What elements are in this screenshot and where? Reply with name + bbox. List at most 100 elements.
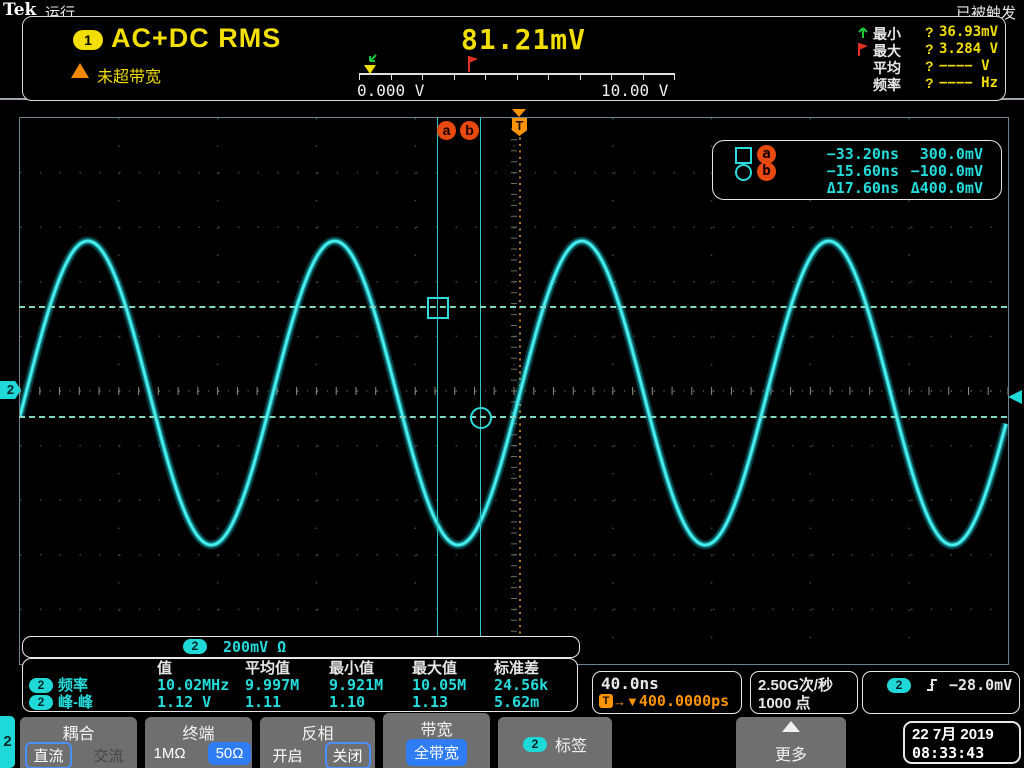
dvm-tick — [548, 75, 549, 80]
stat-question: ? — [925, 24, 934, 40]
channel-1-badge: 1 — [73, 30, 103, 50]
table-cell: 24.56k — [494, 677, 574, 694]
dvm-tick — [485, 75, 486, 80]
option-on[interactable]: 开启 — [264, 742, 310, 768]
menu-channel-tab[interactable]: 2 — [0, 716, 15, 768]
measurement-name: 峰-峰 — [58, 694, 93, 711]
channel-2-scale-text: 200mV Ω — [223, 638, 286, 656]
channel-2-badge: 2 — [183, 639, 207, 654]
option-full-bandwidth[interactable]: 全带宽 — [406, 739, 467, 766]
menu-coupling-button[interactable]: 耦合 直流 交流 — [20, 717, 137, 768]
cursor-b-badge[interactable]: b — [460, 121, 479, 140]
warning-triangle-icon — [71, 63, 89, 78]
option-1mohm[interactable]: 1MΩ — [146, 742, 194, 765]
rising-edge-icon — [925, 677, 939, 698]
menu-title: 带宽 — [383, 716, 490, 740]
cursor-a-vertical-line[interactable] — [437, 117, 438, 638]
bandwidth-warning-text: 未超带宽 — [97, 63, 161, 87]
dvm-tick — [674, 75, 675, 80]
stat-row-min: 最小 ? 36.93mV — [857, 24, 1023, 41]
more-label: 更多 — [736, 741, 846, 765]
measurement-table: 值 平均值 最小值 最大值 标准差 2 频率 10.02MHz 9.997M 9… — [22, 658, 578, 712]
trigger-readout-box: 2 −28.0mV — [862, 671, 1020, 714]
stat-value: −−−− V — [939, 58, 990, 74]
stat-value: 3.284 V — [939, 41, 998, 57]
dvm-tick — [454, 75, 455, 80]
cursor-a-badge[interactable]: a — [437, 121, 456, 140]
table-cell: 9.997M — [245, 677, 329, 694]
table-cell: 1.13 — [412, 694, 494, 711]
cursor-b-row: b −15.60ns −100.0mV — [713, 162, 1001, 180]
oscilloscope-screen: Tek 运行 已被触发 1 AC+DC RMS 81.21mV 未超带宽 0.0… — [0, 0, 1024, 768]
stat-label: 频率 — [873, 75, 901, 95]
dvm-tick — [580, 75, 581, 80]
option-dc[interactable]: 直流 — [25, 742, 71, 768]
cursor-b-volt: −100.0mV — [873, 162, 983, 180]
cursor-readout-box: a −33.20ns 300.0mV b −15.60ns −100.0mV Δ… — [712, 140, 1002, 200]
table-cell: 10.05M — [412, 677, 494, 694]
channel-2-badge: 2 — [887, 678, 911, 693]
channel-2-baseline-marker[interactable]: 2 — [0, 381, 21, 399]
menu-more-button[interactable]: 更多 — [736, 717, 846, 768]
col-header-value: 值 — [157, 660, 245, 677]
dvm-tick — [422, 75, 423, 80]
cursor-a-volt: 300.0mV — [873, 145, 983, 163]
menu-bandwidth-button[interactable]: 带宽 全带宽 — [383, 713, 490, 768]
time-text: 08:33:43 — [912, 744, 1019, 763]
trigger-t-icon: T — [599, 694, 613, 708]
table-corner — [29, 660, 157, 677]
trigger-position-arrow-icon — [512, 109, 526, 117]
option-ac[interactable]: 交流 — [86, 742, 132, 768]
stat-value: 36.93mV — [939, 24, 998, 40]
stat-question: ? — [925, 75, 934, 91]
menu-title: 2 标签 — [498, 732, 612, 756]
datetime-display: 22 7月 2019 08:33:43 — [903, 721, 1021, 764]
dvm-tick — [643, 75, 644, 80]
channel-2-badge: 2 — [29, 678, 53, 693]
channel-2-scale-box[interactable]: 2 200mV Ω — [22, 636, 580, 658]
menu-label-button[interactable]: 2 标签 — [498, 717, 612, 768]
channel-2-badge: 2 — [29, 695, 53, 710]
table-cell: 1.10 — [329, 694, 412, 711]
delay-arrows-icon: →▼ — [613, 694, 639, 709]
dvm-scale-max-label: 10.00 V — [601, 81, 668, 100]
cursor-b-horizontal-line[interactable] — [19, 416, 1007, 418]
trigger-level-arrow[interactable] — [1008, 390, 1022, 404]
cursor-b-circle-marker[interactable] — [470, 407, 492, 429]
measurement-row-label: 2 峰-峰 — [29, 694, 157, 711]
delay-readout: T →▼ 400.0000ps — [599, 692, 729, 710]
stat-row-freq: 频率 ? −−−− Hz — [857, 75, 1023, 92]
cursor-a-row: a −33.20ns 300.0mV — [713, 145, 1001, 163]
col-header-min: 最小值 — [329, 660, 412, 677]
option-off[interactable]: 关闭 — [325, 742, 371, 768]
label-text: 标签 — [555, 732, 587, 756]
col-header-stddev: 标准差 — [494, 660, 574, 677]
dvm-value-marker-icon — [364, 65, 376, 74]
trigger-level: −28.0mV — [949, 676, 1012, 694]
dvm-value: 81.21mV — [461, 23, 586, 56]
table-cell: 1.11 — [245, 694, 329, 711]
stat-row-max: 最大 ? 3.284 V — [857, 41, 1023, 58]
menu-title: 耦合 — [20, 720, 137, 744]
red-flag-icon — [857, 42, 869, 56]
dvm-tick — [359, 75, 360, 80]
date-text: 22 7月 2019 — [912, 725, 1019, 744]
menu-invert-button[interactable]: 反相 开启 关闭 — [260, 717, 375, 768]
measurement-name: 频率 — [58, 677, 88, 694]
stat-question: ? — [925, 58, 934, 74]
table-cell: 9.921M — [329, 677, 412, 694]
option-50ohm[interactable]: 50Ω — [208, 742, 252, 765]
cursor-a-square-marker[interactable] — [427, 297, 449, 319]
table-cell: 5.62m — [494, 694, 574, 711]
dvm-scale-min-label: 0.000 V — [357, 81, 424, 100]
menu-title: 终端 — [145, 720, 252, 744]
green-arrow-icon — [857, 25, 869, 39]
col-header-max: 最大值 — [412, 660, 494, 677]
cursor-a-horizontal-line[interactable] — [19, 306, 1007, 308]
table-cell: 1.12 V — [157, 694, 245, 711]
delay-value: 400.0000ps — [639, 692, 729, 710]
cursor-delta-volt: Δ400.0mV — [873, 179, 983, 197]
cursor-b-vertical-line[interactable] — [480, 117, 481, 638]
stat-value: −−−− Hz — [939, 75, 998, 91]
menu-termination-button[interactable]: 终端 1MΩ 50Ω — [145, 717, 252, 768]
